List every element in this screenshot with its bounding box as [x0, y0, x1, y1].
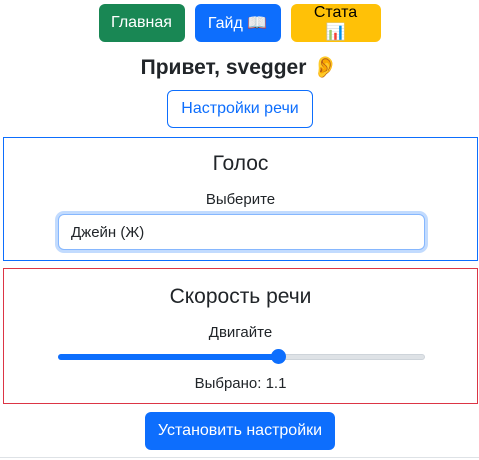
slider-thumb[interactable] [271, 349, 287, 364]
apply-settings-button[interactable]: Установить настройки [145, 412, 335, 450]
speed-selected-value: Выбрано: 1.1 [194, 375, 287, 392]
speed-subtitle: Двигайте [208, 324, 273, 341]
top-nav: Главная Гайд 📖 Стата 📊 [0, 4, 479, 42]
speed-slider[interactable] [58, 349, 425, 365]
voice-card: Голос Выберите Джейн (Ж) [3, 137, 478, 261]
voice-select[interactable]: Джейн (Ж) [58, 214, 425, 250]
speed-title: Скорость речи [169, 285, 312, 308]
home-button[interactable]: Главная [98, 4, 185, 42]
voice-subtitle: Выберите [205, 191, 276, 208]
guide-button[interactable]: Гайд 📖 [194, 4, 281, 42]
stats-button[interactable]: Стата 📊 [290, 4, 381, 42]
speech-settings-button[interactable]: Настройки речи [167, 90, 313, 128]
greeting-heading: Привет, svegger 👂 [140, 56, 339, 79]
slider-fill [58, 354, 279, 360]
voice-title: Голос [212, 152, 269, 175]
speed-card: Скорость речи Двигайте Выбрано: 1.1 [3, 268, 478, 404]
bottom-divider [0, 457, 479, 458]
